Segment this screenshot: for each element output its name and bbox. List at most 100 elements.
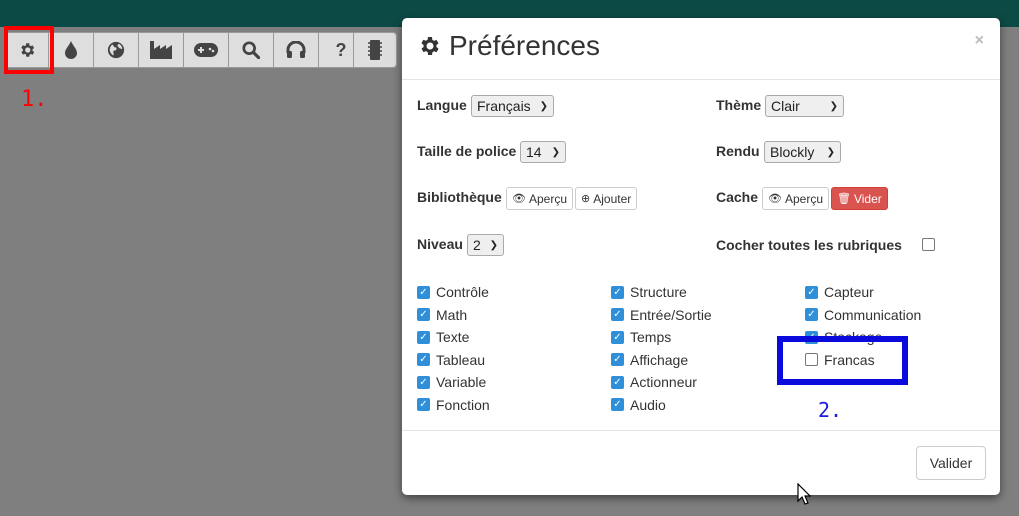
main-toolbar: ?: [4, 32, 364, 68]
checkbox-checked-icon[interactable]: ✓: [805, 308, 818, 321]
plus-circle-icon: ⊕: [581, 193, 591, 205]
checkbox-checked-icon[interactable]: ✓: [611, 285, 624, 299]
category-label: Texte: [436, 329, 470, 345]
gamepad-button[interactable]: [184, 32, 229, 68]
bibliotheque-ajouter-button[interactable]: ⊕ Ajouter: [575, 187, 638, 210]
annotation-label-step1: 1.: [21, 87, 48, 112]
chevron-down-icon: ❯: [826, 146, 835, 158]
modal-title-text: Préférences: [449, 30, 600, 61]
checkbox-checked-icon[interactable]: ✓: [417, 308, 430, 321]
checkbox-checked-icon[interactable]: ✓: [611, 398, 624, 411]
langue-value: Français: [477, 98, 531, 114]
taille-select[interactable]: 14 ❯: [520, 141, 566, 163]
bibliotheque-label: Bibliothèque: [417, 189, 502, 205]
theme-label: Thème: [716, 97, 762, 113]
headset-button[interactable]: [274, 32, 319, 68]
chevron-down-icon: ❯: [829, 100, 838, 112]
valider-button[interactable]: Valider: [916, 446, 986, 480]
search-button[interactable]: [229, 32, 274, 68]
headset-icon: [286, 41, 306, 58]
gamepad-icon: [194, 43, 218, 57]
category-checkbox-item[interactable]: ✓ Capteur: [805, 283, 874, 301]
checkbox-checked-icon[interactable]: ✓: [611, 308, 624, 321]
category-checkbox-item[interactable]: ✓ Temps: [611, 328, 671, 346]
taille-value: 14: [526, 144, 542, 160]
cache-label: Cache: [716, 189, 759, 205]
category-checkbox-item[interactable]: ✓ Communication: [805, 306, 921, 324]
bibliotheque-ajouter-label: Ajouter: [593, 191, 632, 206]
category-checkbox-item[interactable]: ✓ Actionneur: [611, 373, 697, 391]
rendu-select[interactable]: Blockly ❯: [764, 141, 841, 163]
cache-vider-button[interactable]: 🗑 Vider: [831, 187, 888, 210]
chevron-down-icon: ❯: [551, 146, 560, 158]
category-checkbox-item[interactable]: ✓ Variable: [417, 373, 486, 391]
category-checkbox-item[interactable]: ✓ Affichage: [611, 351, 688, 369]
trash-icon: 🗑: [837, 193, 851, 205]
category-label: Affichage: [630, 351, 689, 368]
drop-button[interactable]: [49, 32, 94, 68]
annotation-box-step1: [4, 26, 54, 74]
cache-apercu-button[interactable]: 👁 Aperçu: [762, 187, 829, 210]
category-label: Contrôle: [436, 284, 489, 300]
help-icon: ?: [335, 39, 347, 60]
category-label: Structure: [630, 284, 687, 300]
eye-icon: 👁: [768, 193, 782, 205]
langue-select[interactable]: Français ❯: [471, 95, 554, 117]
category-checkbox-item[interactable]: ✓ Audio: [611, 396, 666, 414]
cocher-toutes-checkbox[interactable]: [922, 238, 935, 251]
category-checkbox-item[interactable]: ✓ Math: [417, 306, 467, 324]
eye-icon: 👁: [512, 193, 526, 205]
taille-label: Taille de police: [417, 143, 517, 159]
chevron-down-icon: ❯: [489, 239, 498, 251]
langue-label: Langue: [417, 97, 467, 113]
category-label: Temps: [630, 329, 672, 345]
factory-icon: [150, 41, 172, 59]
annotation-label-step2: 2.: [818, 398, 843, 422]
mouse-cursor-icon: [797, 483, 811, 505]
globe-icon: [107, 41, 125, 59]
rendu-label: Rendu: [716, 143, 760, 159]
checkbox-checked-icon[interactable]: ✓: [611, 375, 624, 389]
category-checkbox-item[interactable]: ✓ Tableau: [417, 351, 485, 369]
category-label: Capteur: [824, 284, 874, 300]
category-label: Communication: [824, 306, 922, 323]
category-label: Variable: [436, 374, 487, 390]
checkbox-checked-icon[interactable]: ✓: [417, 285, 430, 299]
category-checkbox-item[interactable]: ✓ Entrée/Sortie: [611, 306, 712, 324]
checkbox-checked-icon[interactable]: ✓: [611, 353, 624, 366]
close-icon[interactable]: ×: [975, 32, 984, 50]
category-checkbox-item[interactable]: ✓ Contrôle: [417, 283, 489, 301]
gear-icon: [421, 37, 439, 55]
category-checkbox-item[interactable]: ✓ Texte: [417, 328, 469, 346]
cache-apercu-label: Aperçu: [784, 191, 823, 206]
chevron-down-icon: ❯: [539, 100, 548, 112]
bibliotheque-apercu-button[interactable]: 👁 Aperçu: [506, 187, 573, 210]
board-button[interactable]: [353, 32, 397, 68]
modal-footer-divider: [402, 430, 1000, 431]
modal-title: Préférences: [417, 30, 600, 62]
factory-button[interactable]: [139, 32, 184, 68]
niveau-select[interactable]: 2 ❯: [467, 234, 504, 256]
category-label: Actionneur: [630, 374, 697, 390]
niveau-value: 2: [473, 237, 481, 253]
theme-select[interactable]: Clair ❯: [765, 95, 844, 117]
checkbox-checked-icon[interactable]: ✓: [417, 330, 430, 344]
globe-button[interactable]: [94, 32, 139, 68]
theme-value: Clair: [771, 98, 800, 114]
checkbox-checked-icon[interactable]: ✓: [417, 375, 430, 389]
secondary-toolbar: [353, 32, 397, 68]
category-checkbox-item[interactable]: ✓ Fonction: [417, 396, 490, 414]
checkbox-checked-icon[interactable]: ✓: [611, 330, 624, 344]
checkbox-checked-icon[interactable]: ✓: [417, 398, 430, 411]
niveau-label: Niveau: [417, 236, 463, 252]
checkbox-checked-icon[interactable]: ✓: [417, 353, 430, 366]
category-label: Audio: [630, 396, 666, 413]
bibliotheque-apercu-label: Aperçu: [528, 191, 567, 206]
category-checkbox-item[interactable]: ✓ Structure: [611, 283, 687, 301]
chip-icon: [368, 40, 382, 60]
category-label: Tableau: [436, 351, 486, 368]
category-label: Fonction: [436, 396, 490, 413]
cocher-toutes-label: Cocher toutes les rubriques: [716, 237, 902, 253]
checkbox-checked-icon[interactable]: ✓: [805, 285, 818, 299]
preferences-modal: Préférences × Langue Français ❯ Thème Cl…: [402, 18, 1000, 495]
